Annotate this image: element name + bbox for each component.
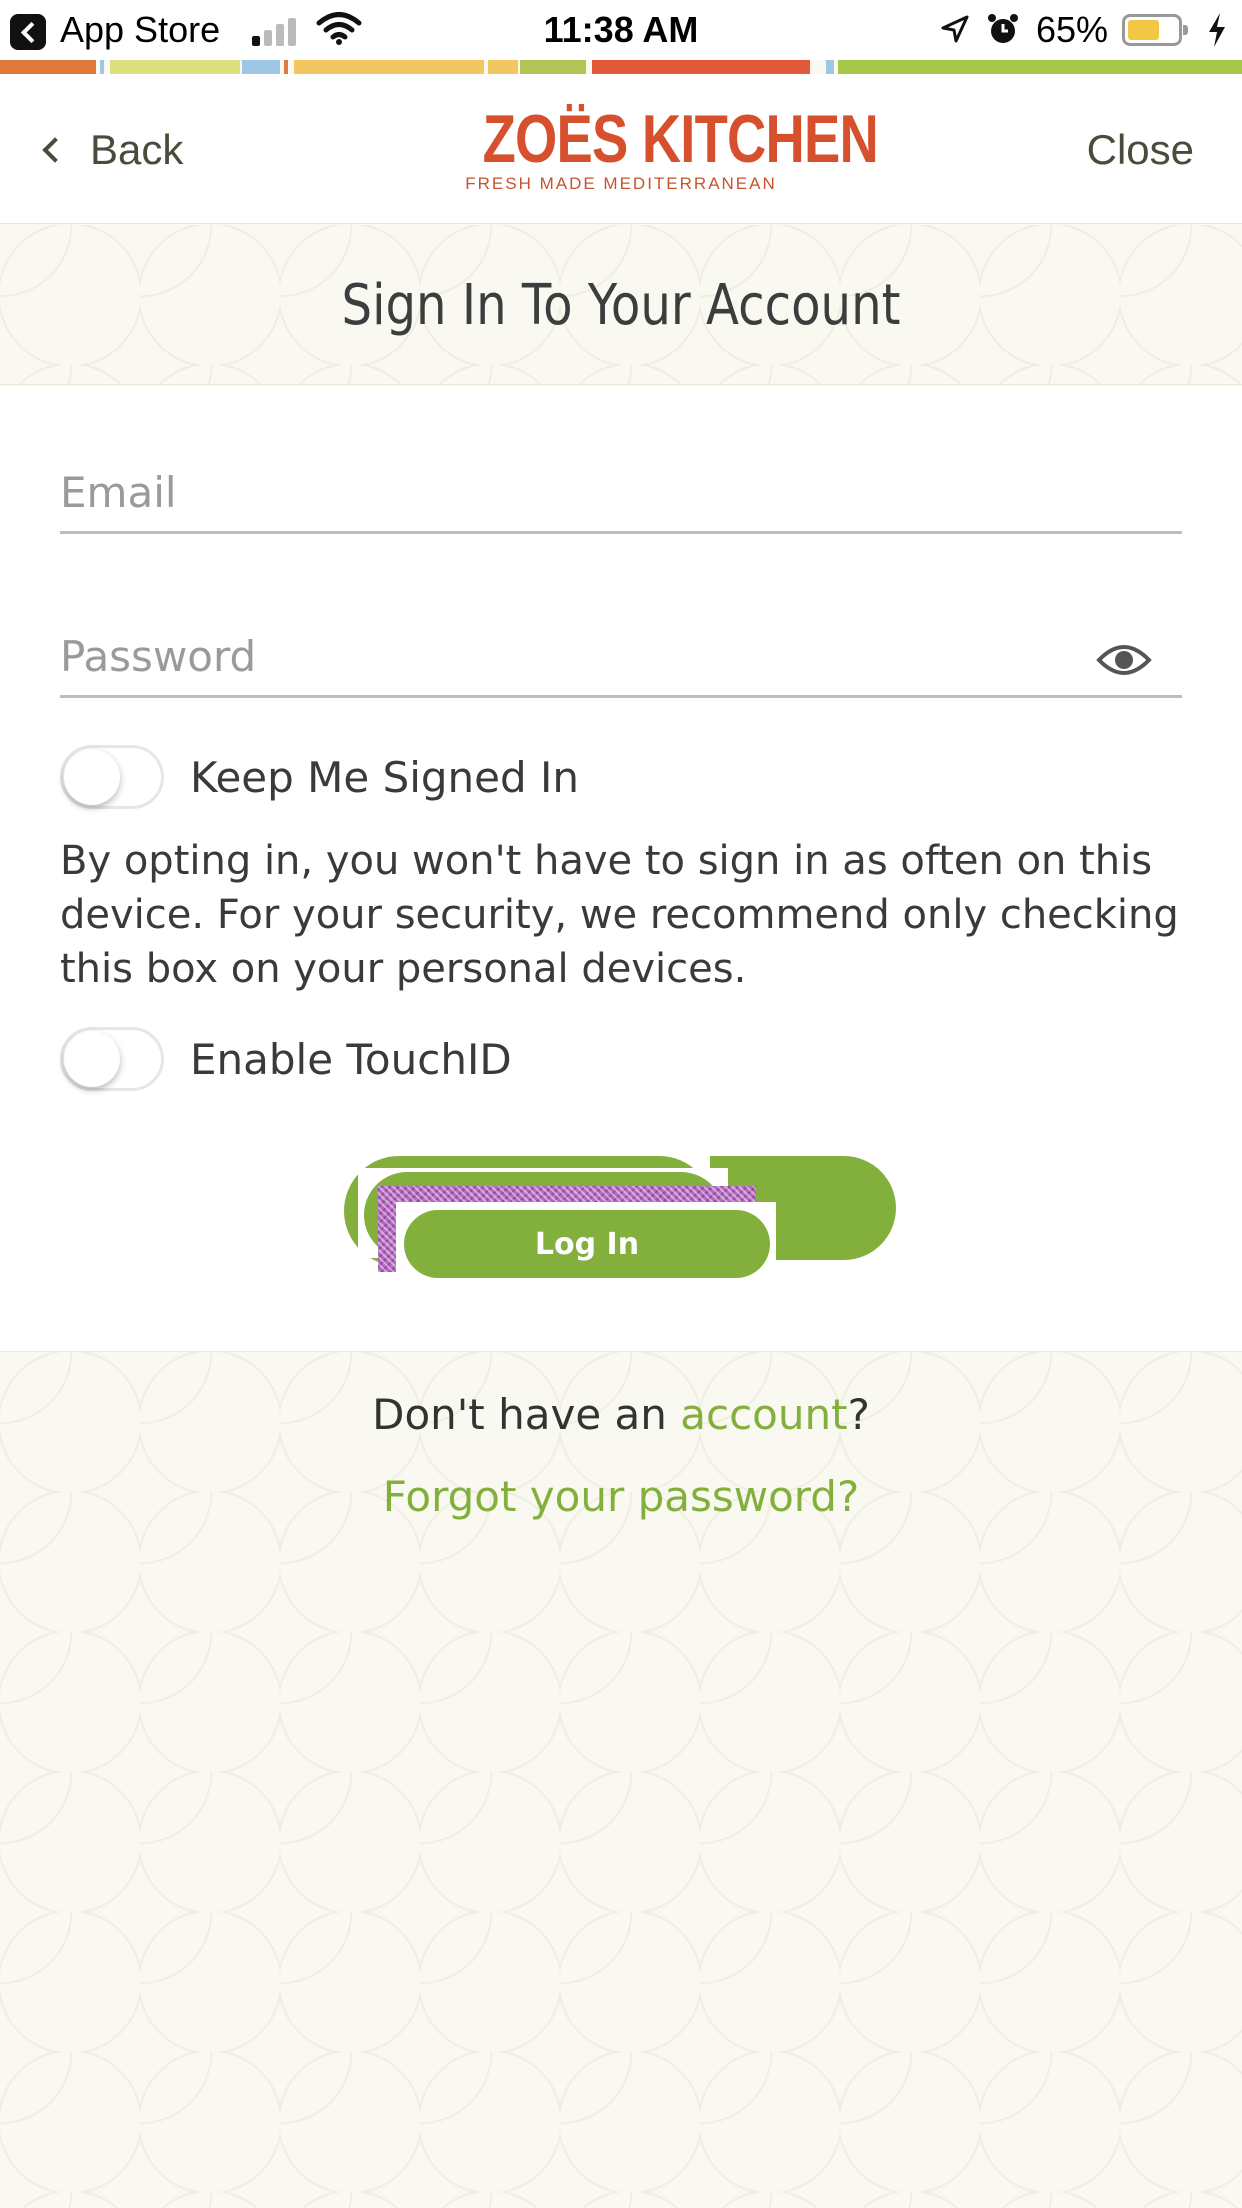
brand-color-stripe <box>0 60 1242 74</box>
touchid-row: Enable TouchID <box>60 1022 512 1096</box>
forgot-password-link[interactable]: Forgot your password? <box>383 1472 860 1521</box>
create-account-link[interactable]: account <box>680 1390 847 1439</box>
brand-logo: ZOËS KITCHEN FRESH MADE MEDITERRANEAN <box>448 101 879 194</box>
forgot-password-link-container: Forgot your password? <box>0 1470 1242 1524</box>
footer-area: Don't have an account? Forgot your passw… <box>0 1351 1242 2208</box>
email-field[interactable] <box>60 454 1182 530</box>
alarm-icon <box>988 14 1018 43</box>
stripe-segment <box>294 60 484 74</box>
keep-signed-in-toggle[interactable] <box>60 745 164 809</box>
stripe-segment <box>110 60 240 74</box>
location-icon <box>941 15 969 43</box>
brand-tagline: FRESH MADE MEDITERRANEAN <box>465 174 777 193</box>
status-bar: App Store 11:38 AM 65% <box>0 0 1242 60</box>
sign-in-form: Keep Me Signed In By opting in, you won'… <box>0 386 1242 1351</box>
charging-bolt-icon <box>1209 13 1225 47</box>
sign-in-screen: App Store 11:38 AM 65% Back ZOËS KITCHEN… <box>0 0 1242 2208</box>
stripe-segment <box>826 60 834 74</box>
nav-header: Back ZOËS KITCHEN FRESH MADE MEDITERRANE… <box>0 74 1242 224</box>
signup-suffix: ? <box>847 1390 870 1439</box>
chevron-left-icon <box>42 137 68 163</box>
email-field-container <box>60 454 1182 534</box>
stripe-segment <box>520 60 586 74</box>
battery-percent: 65% <box>1036 9 1109 50</box>
close-button[interactable]: Close <box>1087 120 1194 180</box>
stripe-segment <box>100 60 104 74</box>
back-button[interactable]: Back <box>40 120 183 180</box>
keep-signed-in-label: Keep Me Signed In <box>190 752 580 802</box>
stripe-segment <box>284 60 288 74</box>
stripe-segment <box>838 60 1242 74</box>
touchid-label: Enable TouchID <box>190 1034 512 1084</box>
login-button-area: Log In <box>330 1156 910 1296</box>
stripe-segment <box>488 60 518 74</box>
signup-prefix: Don't have an <box>372 1390 681 1439</box>
opt-in-description: By opting in, you won't have to sign in … <box>60 838 1179 992</box>
brand-name: ZOËS KITCHEN <box>482 101 879 177</box>
stripe-segment <box>0 60 96 74</box>
show-password-eye-icon[interactable] <box>1096 640 1152 680</box>
touchid-toggle[interactable] <box>60 1027 164 1091</box>
password-field[interactable] <box>60 618 1182 694</box>
battery-icon <box>1122 14 1188 46</box>
back-button-label: Back <box>90 126 184 173</box>
signup-prompt: Don't have an account? <box>0 1388 1242 1442</box>
keep-signed-in-row: Keep Me Signed In <box>60 740 579 814</box>
page-title: Sign In To Your Account <box>341 273 901 338</box>
stripe-segment <box>242 60 280 74</box>
stripe-segment <box>592 60 810 74</box>
password-field-container <box>60 618 1182 698</box>
login-button[interactable]: Log In <box>404 1210 770 1278</box>
title-band: Sign In To Your Account <box>0 225 1242 385</box>
